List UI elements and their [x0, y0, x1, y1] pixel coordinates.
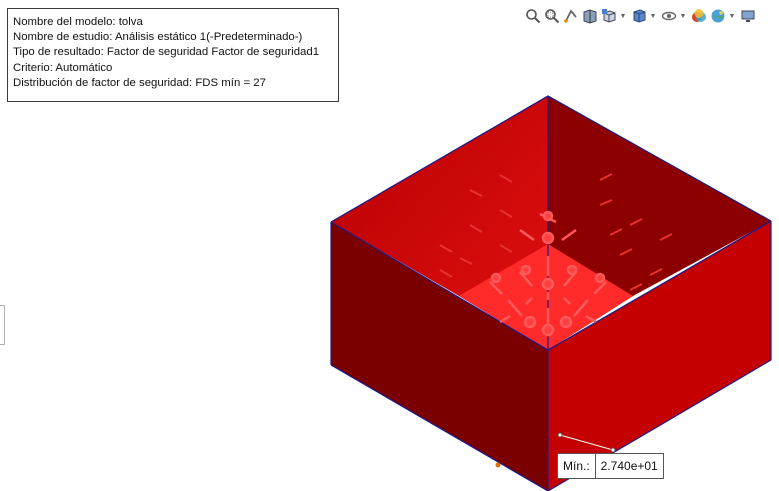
- min-location-marker: [495, 462, 501, 468]
- min-label-title: Mín.:: [558, 454, 596, 478]
- min-label-value: 2.740e+01: [600, 459, 658, 473]
- min-value-annotation[interactable]: Mín.: 2.740e+01: [557, 453, 664, 479]
- hopper-model-viewport[interactable]: [0, 0, 779, 491]
